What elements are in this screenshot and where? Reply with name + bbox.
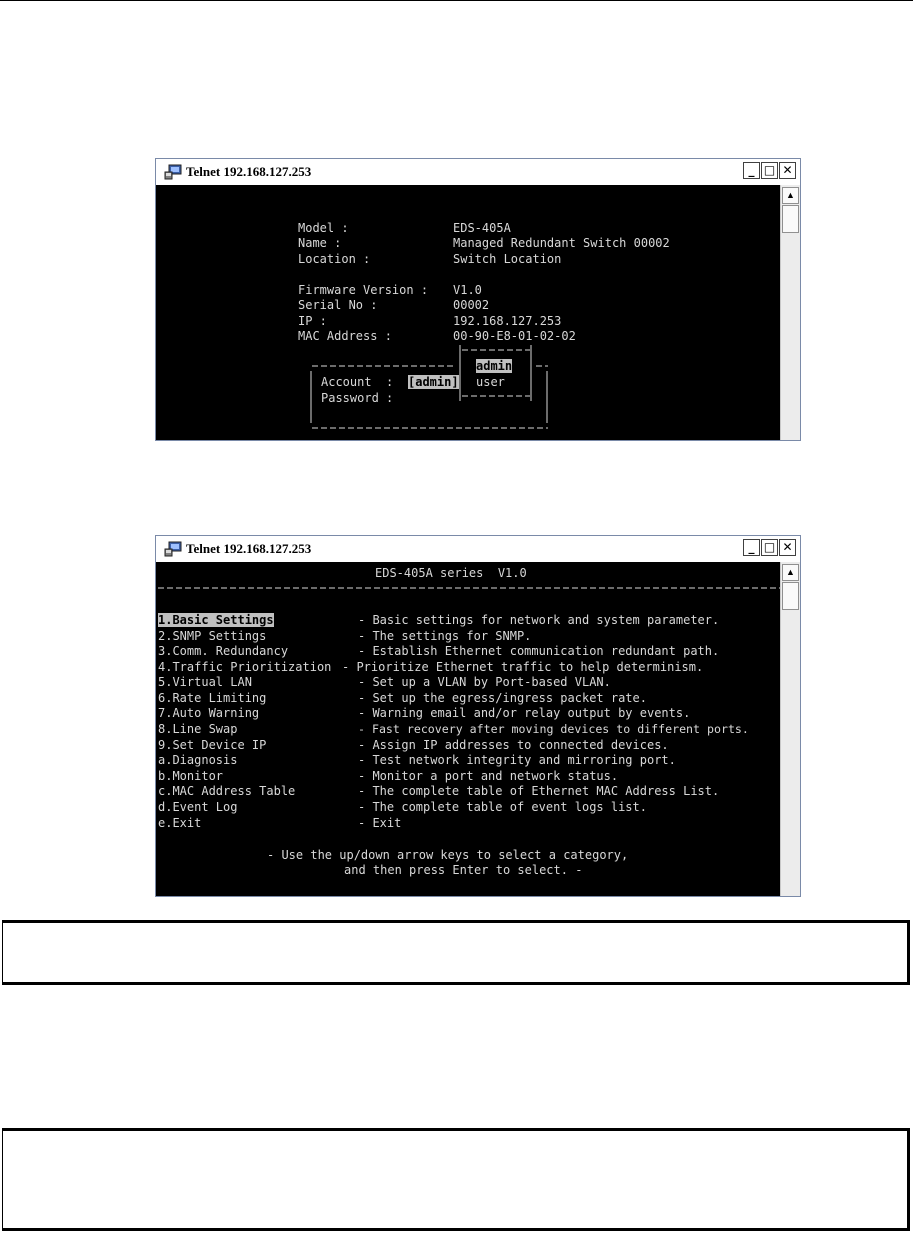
info-label-name: Name : bbox=[298, 236, 342, 250]
account-label: Account : bbox=[321, 375, 394, 389]
menu-item-label: 8.Line Swap bbox=[158, 722, 238, 736]
menu-item-diagnosis[interactable]: a.Diagnosis - Test network integrity and… bbox=[156, 753, 780, 769]
menu-item-desc: - Monitor a port and network status. bbox=[358, 769, 619, 783]
menu-item-desc: - Fast recovery after moving devices to … bbox=[358, 722, 749, 736]
menu-item-label: 3.Comm. Redundancy bbox=[158, 644, 289, 658]
info-value-ip: 192.168.127.253 bbox=[453, 314, 562, 328]
info-value-name: Managed Redundant Switch 00002 bbox=[453, 236, 670, 250]
telnet-window-login: Telnet 192.168.127.253 _ □ ✕ Model : EDS… bbox=[155, 158, 801, 441]
info-label-model: Model : bbox=[298, 221, 349, 235]
menu-item-label: 4.Traffic Prioritization bbox=[158, 660, 332, 674]
telnet-app-icon bbox=[164, 164, 182, 180]
info-label-location: Location : bbox=[298, 252, 371, 266]
menu-item-desc: - Warning email and/or relay output by e… bbox=[358, 706, 691, 720]
menu-item-label: c.MAC Address Table bbox=[158, 784, 296, 798]
password-label: Password : bbox=[321, 391, 394, 405]
info-value-serial: 00002 bbox=[453, 298, 490, 312]
menu-item-event-log[interactable]: d.Event Log - The complete table of even… bbox=[156, 800, 780, 816]
menu-item-desc: - The settings for SNMP. bbox=[358, 629, 532, 643]
telnet-app-icon bbox=[164, 541, 182, 557]
minimize-button[interactable]: _ bbox=[743, 162, 760, 179]
console-area[interactable]: EDS-405A series V1.0 1.Basic Settings - … bbox=[156, 562, 780, 896]
menu-item-auto-warning[interactable]: 7.Auto Warning - Warning email and/or re… bbox=[156, 706, 780, 722]
menu-item-comm-redundancy[interactable]: 3.Comm. Redundancy - Establish Ethernet … bbox=[156, 644, 780, 660]
maximize-button[interactable]: □ bbox=[761, 162, 778, 179]
menu-item-traffic-prioritization[interactable]: 4.Traffic Prioritization - Prioritize Et… bbox=[156, 660, 780, 676]
info-label-firmware: Firmware Version : bbox=[298, 283, 429, 297]
footer-instruction-2: and then press Enter to select. - bbox=[344, 863, 583, 877]
info-value-mac: 00-90-E8-01-02-02 bbox=[453, 329, 576, 343]
account-option-admin[interactable]: admin bbox=[476, 359, 513, 373]
menu-item-mac-address-table[interactable]: c.MAC Address Table - The complete table… bbox=[156, 784, 780, 800]
menu-item-monitor[interactable]: b.Monitor - Monitor a port and network s… bbox=[156, 769, 780, 785]
window-title: Telnet 192.168.127.253 bbox=[186, 164, 312, 179]
menu-header: EDS-405A series V1.0 bbox=[375, 566, 527, 580]
vertical-scrollbar[interactable]: ▲ bbox=[780, 562, 800, 896]
menu-item-exit[interactable]: e.Exit - Exit bbox=[156, 816, 780, 832]
window-title: Telnet 192.168.127.253 bbox=[186, 541, 312, 556]
menu-item-desc: - The complete table of Ethernet MAC Add… bbox=[358, 784, 720, 798]
menu-item-desc: - Exit bbox=[358, 816, 402, 830]
title-bar: Telnet 192.168.127.253 _ □ ✕ bbox=[156, 159, 800, 186]
info-value-location: Switch Location bbox=[453, 252, 562, 266]
minimize-button[interactable]: _ bbox=[743, 539, 760, 556]
menu-item-label: 6.Rate Limiting bbox=[158, 691, 267, 705]
menu-item-label: 7.Auto Warning bbox=[158, 706, 260, 720]
title-bar: Telnet 192.168.127.253 _ □ ✕ bbox=[156, 536, 800, 563]
menu-item-virtual-lan[interactable]: 5.Virtual LAN - Set up a VLAN by Port-ba… bbox=[156, 675, 780, 691]
vertical-scrollbar[interactable]: ▲ bbox=[780, 185, 800, 440]
console-area[interactable]: Model : EDS-405A Name : Managed Redundan… bbox=[156, 185, 780, 440]
menu-item-label: d.Event Log bbox=[158, 800, 238, 814]
menu-item-desc: - Basic settings for network and system … bbox=[358, 613, 720, 627]
info-label-mac: MAC Address : bbox=[298, 329, 392, 343]
menu-item-snmp-settings[interactable]: 2.SNMP Settings - The settings for SNMP. bbox=[156, 629, 780, 645]
menu-item-label: b.Monitor bbox=[158, 769, 224, 783]
info-label-ip: IP : bbox=[298, 314, 327, 328]
scroll-up-icon[interactable]: ▲ bbox=[782, 564, 799, 581]
menu-item-desc: - The complete table of event logs list. bbox=[358, 800, 647, 814]
menu-item-desc: - Prioritize Ethernet traffic to help de… bbox=[342, 660, 704, 674]
account-option-user[interactable]: user bbox=[476, 375, 505, 389]
info-value-model: EDS-405A bbox=[453, 221, 511, 235]
menu-item-desc: - Assign IP addresses to connected devic… bbox=[358, 738, 669, 752]
header-divider bbox=[158, 587, 780, 589]
menu-item-desc: - Set up a VLAN by Port-based VLAN. bbox=[358, 675, 611, 689]
menu-item-rate-limiting[interactable]: 6.Rate Limiting - Set up the egress/ingr… bbox=[156, 691, 780, 707]
note-box-1 bbox=[2, 920, 910, 985]
menu-item-label: a.Diagnosis bbox=[158, 753, 238, 767]
page-top-rule bbox=[0, 0, 913, 1]
menu-item-label: 9.Set Device IP bbox=[158, 738, 267, 752]
note-box-2 bbox=[2, 1128, 910, 1231]
menu-item-desc: - Set up the egress/ingress packet rate. bbox=[358, 691, 647, 705]
scroll-up-icon[interactable]: ▲ bbox=[782, 187, 799, 204]
close-button[interactable]: ✕ bbox=[779, 539, 796, 556]
info-value-firmware: V1.0 bbox=[453, 283, 482, 297]
menu-item-desc: - Test network integrity and mirroring p… bbox=[358, 753, 676, 767]
menu-item-set-device-ip[interactable]: 9.Set Device IP - Assign IP addresses to… bbox=[156, 738, 780, 754]
scroll-thumb[interactable] bbox=[782, 582, 799, 610]
menu-item-label: 5.Virtual LAN bbox=[158, 675, 252, 689]
menu-item-desc: - Establish Ethernet communication redun… bbox=[358, 644, 720, 658]
menu-item-label: 2.SNMP Settings bbox=[158, 629, 267, 643]
menu-item-label: e.Exit bbox=[158, 816, 202, 830]
menu-item-basic-settings[interactable]: 1.Basic Settings - Basic settings for ne… bbox=[156, 613, 780, 629]
menu-item-line-swap[interactable]: 8.Line Swap - Fast recovery after moving… bbox=[156, 722, 780, 738]
close-button[interactable]: ✕ bbox=[779, 162, 796, 179]
info-label-serial: Serial No : bbox=[298, 298, 378, 312]
footer-instruction-1: - Use the up/down arrow keys to select a… bbox=[267, 848, 629, 862]
maximize-button[interactable]: □ bbox=[761, 539, 778, 556]
telnet-window-menu: Telnet 192.168.127.253 _ □ ✕ EDS-405A se… bbox=[155, 535, 801, 897]
scroll-thumb[interactable] bbox=[782, 205, 799, 233]
account-value[interactable]: [admin] bbox=[408, 375, 459, 389]
menu-item-label: 1.Basic Settings bbox=[158, 613, 274, 627]
